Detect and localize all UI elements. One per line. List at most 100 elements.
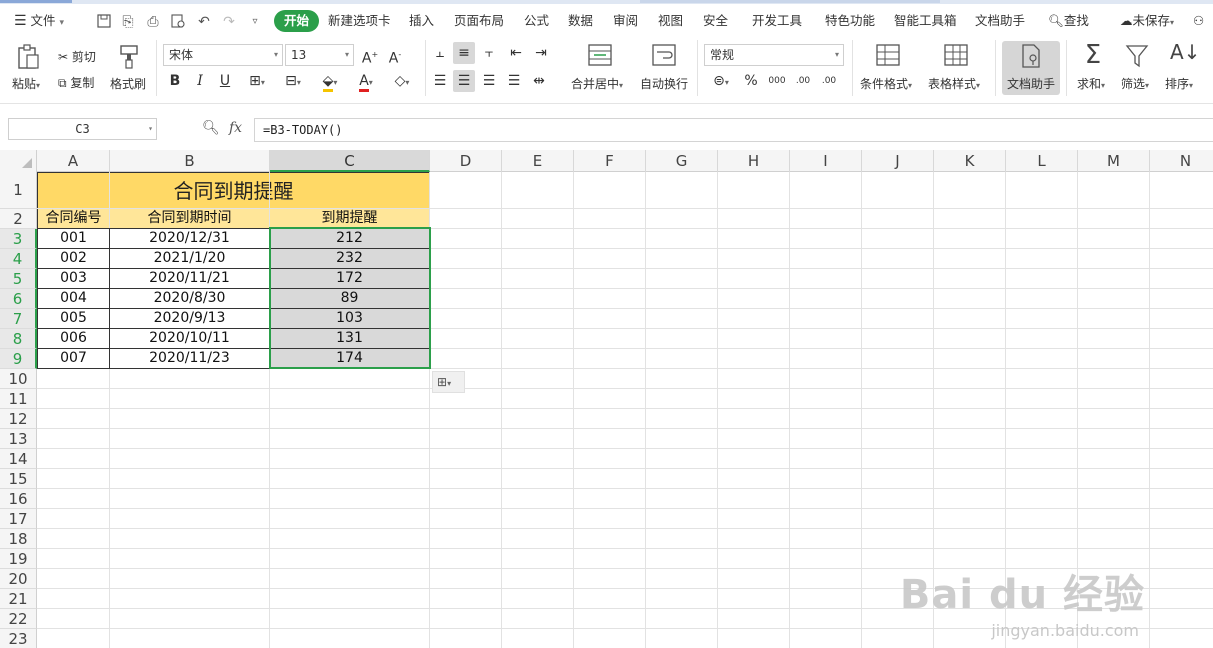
cell-reminder-days[interactable]: 174 [269, 348, 430, 369]
row-header-5[interactable]: 5 [0, 269, 37, 289]
column-header-l[interactable]: L [1006, 150, 1078, 172]
justify-icon[interactable]: ☰ [503, 70, 525, 92]
tab-formulas[interactable]: 公式 [524, 6, 549, 36]
format-painter-icon[interactable] [118, 44, 140, 70]
decrease-decimal-icon[interactable]: .00 [818, 70, 840, 92]
fx-icon[interactable]: fx [229, 120, 242, 136]
sum-icon[interactable]: Σ [1082, 42, 1104, 68]
tab-page-layout[interactable]: 页面布局 [454, 6, 504, 36]
header-reminder[interactable]: 到期提醒 [269, 208, 430, 229]
paste-button[interactable]: 粘贴▾ [12, 75, 40, 92]
cell-contract-id[interactable]: 006 [37, 328, 110, 349]
font-name-select[interactable]: 宋体 ▾ [163, 44, 283, 66]
copy-button[interactable]: ⧉ 复制 [58, 74, 94, 91]
column-header-j[interactable]: J [862, 150, 934, 172]
row-header-17[interactable]: 17 [0, 509, 37, 529]
distributed-icon[interactable]: ⇹ [528, 70, 550, 92]
borders-icon[interactable]: ⊞▾ [240, 70, 274, 92]
merge-center-icon[interactable] [588, 44, 612, 68]
row-header-13[interactable]: 13 [0, 429, 37, 449]
header-expiry-date[interactable]: 合同到期时间 [109, 208, 270, 229]
row-header-8[interactable]: 8 [0, 329, 37, 349]
column-header-d[interactable]: D [430, 150, 502, 172]
row-header-20[interactable]: 20 [0, 569, 37, 589]
paste-options-button[interactable]: ⊞▾ [432, 371, 465, 393]
cell-style-icon[interactable]: ⊟▾ [276, 70, 310, 92]
align-left-icon[interactable]: ☰ [429, 70, 451, 92]
cell-reminder-days[interactable]: 232 [269, 248, 430, 269]
cell-expiry-date[interactable]: 2020/11/21 [109, 268, 270, 289]
tab-security[interactable]: 安全 [703, 6, 728, 36]
row-header-11[interactable]: 11 [0, 389, 37, 409]
column-header-b[interactable]: B [110, 150, 270, 172]
tab-special-features[interactable]: 特色功能 [825, 6, 875, 36]
cell-expiry-date[interactable]: 2021/1/20 [109, 248, 270, 269]
column-header-k[interactable]: K [934, 150, 1006, 172]
cell-contract-id[interactable]: 002 [37, 248, 110, 269]
font-size-select[interactable]: 13 ▾ [285, 44, 354, 66]
column-header-g[interactable]: G [646, 150, 718, 172]
formula-input[interactable]: =B3-TODAY() [254, 118, 1213, 142]
customize-quick-access-icon[interactable]: ▿ [247, 14, 263, 30]
print-preview-icon[interactable] [170, 14, 186, 30]
cell-expiry-date[interactable]: 2020/8/30 [109, 288, 270, 309]
tab-insert[interactable]: 插入 [409, 6, 434, 36]
cell-contract-id[interactable]: 005 [37, 308, 110, 329]
italic-icon[interactable]: I [189, 70, 211, 92]
redo-icon[interactable]: ↷ [221, 14, 237, 30]
undo-icon[interactable]: ↶ [196, 14, 212, 30]
cell-contract-id[interactable]: 007 [37, 348, 110, 369]
column-header-m[interactable]: M [1078, 150, 1150, 172]
increase-indent-icon[interactable]: ⇥ [530, 42, 552, 64]
sort-icon[interactable]: A↓ [1170, 42, 1200, 62]
tab-developer[interactable]: 开发工具 [752, 6, 802, 36]
row-header-12[interactable]: 12 [0, 409, 37, 429]
row-header-21[interactable]: 21 [0, 589, 37, 609]
column-header-h[interactable]: H [718, 150, 790, 172]
row-header-10[interactable]: 10 [0, 369, 37, 389]
tab-smart-toolbox[interactable]: 智能工具箱 [894, 6, 957, 36]
row-header-22[interactable]: 22 [0, 609, 37, 629]
cell-reminder-days[interactable]: 212 [269, 228, 430, 249]
number-format-select[interactable]: 常规 ▾ [704, 44, 844, 66]
thousands-separator-icon[interactable]: 000 [766, 70, 788, 92]
tab-data[interactable]: 数据 [568, 6, 593, 36]
search-button[interactable]: 🔍︎查找 [1048, 6, 1089, 36]
row-header-9[interactable]: 9 [0, 349, 37, 369]
row-header-4[interactable]: 4 [0, 249, 37, 269]
print-icon[interactable]: ⎙ [145, 14, 161, 30]
row-header-19[interactable]: 19 [0, 549, 37, 569]
doc-assistant-icon[interactable] [1019, 44, 1043, 68]
wrap-text-icon[interactable] [652, 44, 676, 68]
row-header-14[interactable]: 14 [0, 449, 37, 469]
tab-home[interactable]: 开始 [274, 10, 320, 32]
cut-button[interactable]: ✂ 剪切 [58, 48, 96, 65]
sum-button[interactable]: 求和▾ [1077, 75, 1105, 92]
fill-color-icon[interactable]: ⬙▾ [313, 70, 347, 92]
cell-expiry-date[interactable]: 2020/10/11 [109, 328, 270, 349]
file-menu[interactable]: ☰ 文件 ▾ [14, 6, 64, 36]
save-icon[interactable] [96, 14, 112, 30]
column-header-c[interactable]: C [270, 150, 430, 172]
increase-font-icon[interactable]: A+ [359, 44, 381, 67]
sort-button[interactable]: 排序▾ [1165, 75, 1193, 92]
align-bottom-icon[interactable]: ⫟ [478, 42, 500, 64]
sheet-title[interactable]: 合同到期提醒 [37, 172, 430, 209]
tab-view[interactable]: 视图 [658, 6, 683, 36]
row-header-7[interactable]: 7 [0, 309, 37, 329]
column-header-n[interactable]: N [1150, 150, 1213, 172]
row-header-18[interactable]: 18 [0, 529, 37, 549]
align-right-icon[interactable]: ☰ [478, 70, 500, 92]
column-header-i[interactable]: I [790, 150, 862, 172]
bold-icon[interactable]: B [164, 70, 186, 92]
wrap-text-button[interactable]: 自动换行 [640, 75, 688, 92]
zoom-icon[interactable]: 🔍︎ [202, 120, 220, 136]
increase-decimal-icon[interactable]: .00 [792, 70, 814, 92]
select-all-button[interactable] [0, 150, 37, 172]
cell-expiry-date[interactable]: 2020/11/23 [109, 348, 270, 369]
cell-reminder-days[interactable]: 103 [269, 308, 430, 329]
format-painter-button[interactable]: 格式刷 [110, 75, 146, 92]
cell-expiry-date[interactable]: 2020/9/13 [109, 308, 270, 329]
tab-review[interactable]: 审阅 [613, 6, 638, 36]
row-header-2[interactable]: 2 [0, 209, 37, 229]
